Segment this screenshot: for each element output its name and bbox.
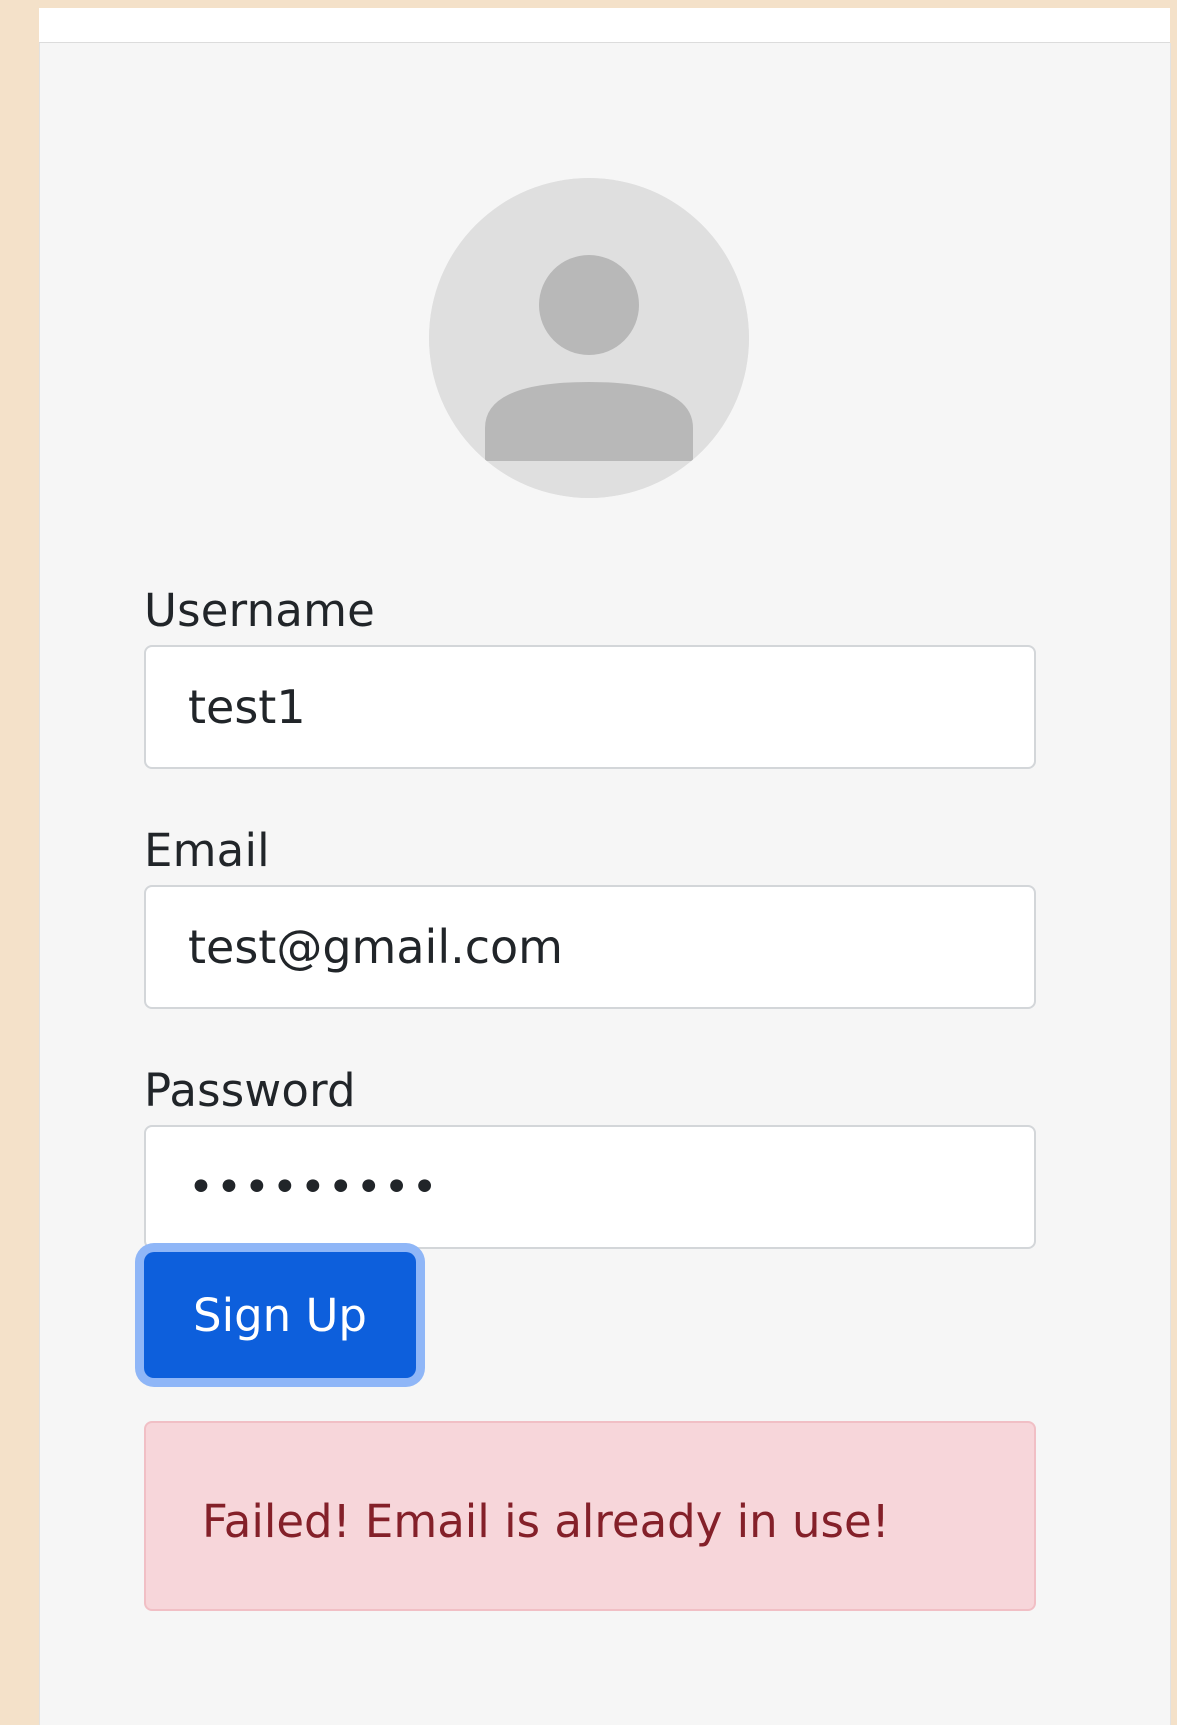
password-input[interactable] xyxy=(144,1125,1036,1249)
error-alert: Failed! Email is already in use! xyxy=(144,1421,1036,1611)
username-input[interactable] xyxy=(144,645,1036,769)
signup-card: Username Email Password Sign Up Failed! … xyxy=(39,43,1171,1725)
password-label: Password xyxy=(144,1064,356,1117)
email-input[interactable] xyxy=(144,885,1036,1009)
top-strip xyxy=(39,8,1170,43)
email-label: Email xyxy=(144,824,270,877)
user-avatar-icon xyxy=(429,178,749,498)
username-label: Username xyxy=(144,584,375,637)
alert-message: Failed! Email is already in use! xyxy=(202,1495,890,1548)
sign-up-button[interactable]: Sign Up xyxy=(144,1252,416,1378)
